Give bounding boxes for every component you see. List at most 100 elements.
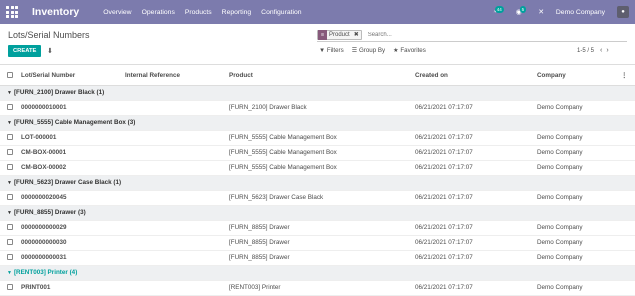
- main-menu: Overview Operations Products Reporting Confi…: [103, 9, 301, 16]
- company-switcher[interactable]: Demo Company: [556, 9, 605, 16]
- row-checkbox[interactable]: [7, 284, 13, 291]
- cell-product: [FURN_8855] Drawer: [229, 250, 415, 266]
- cell-internal-reference: [125, 160, 229, 176]
- group-by-button[interactable]: ☰ Group By: [352, 47, 385, 54]
- search-input[interactable]: [367, 31, 568, 38]
- menu-item-reporting[interactable]: Reporting: [222, 9, 251, 16]
- menu-item-overview[interactable]: Overview: [103, 9, 131, 16]
- download-icon[interactable]: ⬇: [47, 47, 53, 55]
- app-brand[interactable]: Inventory: [32, 6, 79, 18]
- group-row[interactable]: ▼ [FURN_8855] Drawer (3): [0, 205, 635, 221]
- optional-columns-icon[interactable]: ⋮: [621, 66, 635, 86]
- cell-product: [FURN_8855] Drawer: [229, 235, 415, 251]
- user-avatar[interactable]: ●: [617, 6, 629, 18]
- header-internal-reference[interactable]: Internal Reference: [125, 66, 229, 86]
- row-checkbox[interactable]: [7, 239, 13, 246]
- table-row[interactable]: 0000000000031 [FURN_8855] Drawer 06/21/202…: [0, 250, 635, 266]
- cell-internal-reference: [125, 100, 229, 116]
- activity-button[interactable]: ◉ 5: [516, 6, 527, 16]
- row-checkbox[interactable]: [7, 164, 13, 171]
- header-company[interactable]: Company: [537, 66, 621, 86]
- favorites-button[interactable]: ★ Favorites: [393, 47, 426, 54]
- group-label: [FURN_5555] Cable Management Box (3): [13, 119, 136, 126]
- apps-menu-icon[interactable]: [6, 6, 18, 18]
- cell-product: [FURN_5623] Drawer Case Black: [229, 190, 415, 206]
- row-checkbox[interactable]: [7, 254, 13, 261]
- menu-item-configuration[interactable]: Configuration: [261, 9, 301, 16]
- favorites-label: Favorites: [400, 47, 426, 54]
- group-label: [FURN_5623] Drawer Case Black (1): [13, 179, 122, 186]
- table-row[interactable]: PRINT001 [RENT003] Printer 06/21/2021 07:1…: [0, 280, 635, 296]
- cell-company: Demo Company: [537, 145, 621, 161]
- cell-spacer: [621, 145, 635, 161]
- search-facet: ≡ Product ✖: [317, 29, 362, 40]
- table-row[interactable]: 0000000000029 [FURN_8855] Drawer 06/21/202…: [0, 220, 635, 236]
- cell-lot: 0000000020045: [21, 190, 125, 206]
- cell-company: Demo Company: [537, 220, 621, 236]
- group-by-label: Group By: [358, 47, 386, 54]
- activity-badge: 5: [519, 6, 527, 13]
- menu-item-operations[interactable]: Operations: [142, 9, 175, 16]
- header-created-on[interactable]: Created on: [415, 66, 537, 86]
- cell-internal-reference: [125, 235, 229, 251]
- cell-internal-reference: [125, 220, 229, 236]
- filters-button[interactable]: ▼ Filters: [319, 47, 344, 54]
- pager: 1-5 / 5 ‹›: [577, 47, 613, 54]
- cell-lot: 0000000000029: [21, 220, 125, 236]
- table-row[interactable]: LOT-000001 [FURN_5555] Cable Management B…: [0, 130, 635, 146]
- cell-created-on: 06/21/2021 07:17:07: [415, 160, 537, 176]
- filters-label: Filters: [326, 47, 344, 54]
- table-row[interactable]: CM-BOX-00002 [FURN_5555] Cable Management…: [0, 160, 635, 176]
- cell-spacer: [621, 250, 635, 266]
- next-icon[interactable]: ›: [606, 47, 612, 54]
- header-lot[interactable]: Lot/Serial Number: [21, 66, 125, 86]
- group-row[interactable]: ▼ [FURN_5623] Drawer Case Black (1): [0, 175, 635, 191]
- table-row[interactable]: 0000000000030 [FURN_8855] Drawer 06/21/202…: [0, 235, 635, 251]
- debug-icon[interactable]: ✕: [538, 8, 544, 16]
- caret-down-icon: ▼: [7, 180, 12, 186]
- cell-internal-reference: [125, 280, 229, 296]
- row-checkbox[interactable]: [7, 149, 13, 156]
- cell-spacer: [621, 280, 635, 296]
- cell-company: Demo Company: [537, 250, 621, 266]
- group-row[interactable]: ▼ [FURN_5555] Cable Management Box (3): [0, 115, 635, 131]
- row-checkbox[interactable]: [7, 224, 13, 231]
- cell-lot: CM-BOX-00002: [21, 160, 125, 176]
- facet-value: Product: [329, 31, 350, 38]
- row-checkbox[interactable]: [7, 104, 13, 111]
- table-header-row: Lot/Serial Number Internal Reference Pro…: [0, 66, 635, 86]
- cell-lot: 0000000000031: [21, 250, 125, 266]
- cell-product: [FURN_8855] Drawer: [229, 220, 415, 236]
- pager-value[interactable]: 1-5 / 5: [577, 48, 594, 54]
- search-bar: ≡ Product ✖: [317, 28, 627, 42]
- search-options: ▼ Filters ☰ Group By ★ Favorites: [319, 47, 426, 54]
- row-checkbox[interactable]: [7, 194, 13, 201]
- cell-spacer: [621, 130, 635, 146]
- table-row[interactable]: CM-BOX-00001 [FURN_5555] Cable Management…: [0, 145, 635, 161]
- cell-product: [FURN_5555] Cable Management Box: [229, 130, 415, 146]
- create-button[interactable]: CREATE: [8, 45, 42, 57]
- chat-button[interactable]: ◔ 44: [493, 6, 504, 16]
- caret-down-icon: ▼: [7, 120, 12, 126]
- remove-facet-icon[interactable]: ✖: [352, 31, 361, 38]
- select-all-checkbox[interactable]: [7, 72, 13, 79]
- table-row[interactable]: 0000000010001 [FURN_2100] Drawer Black 06/…: [0, 100, 635, 116]
- row-checkbox[interactable]: [7, 134, 13, 141]
- cell-spacer: [621, 190, 635, 206]
- table-row[interactable]: 0000000020045 [FURN_5623] Drawer Case Bla…: [0, 190, 635, 206]
- cell-product: [FURN_5555] Cable Management Box: [229, 145, 415, 161]
- group-label: [FURN_8855] Drawer (3): [13, 209, 86, 216]
- cell-created-on: 06/21/2021 07:17:07: [415, 235, 537, 251]
- cell-internal-reference: [125, 250, 229, 266]
- cell-lot: 0000000010001: [21, 100, 125, 116]
- group-row[interactable]: ▼ [RENT003] Printer (4): [0, 265, 635, 281]
- cell-spacer: [621, 100, 635, 116]
- control-panel: Lots/Serial Numbers ≡ Product ✖: [0, 24, 635, 66]
- cell-internal-reference: [125, 130, 229, 146]
- cell-product: [RENT003] Printer: [229, 280, 415, 296]
- cell-company: Demo Company: [537, 100, 621, 116]
- header-product[interactable]: Product: [229, 66, 415, 86]
- cell-created-on: 06/21/2021 07:17:07: [415, 145, 537, 161]
- menu-item-products[interactable]: Products: [185, 9, 212, 16]
- group-row[interactable]: ▼ [FURN_2100] Drawer Black (1): [0, 85, 635, 101]
